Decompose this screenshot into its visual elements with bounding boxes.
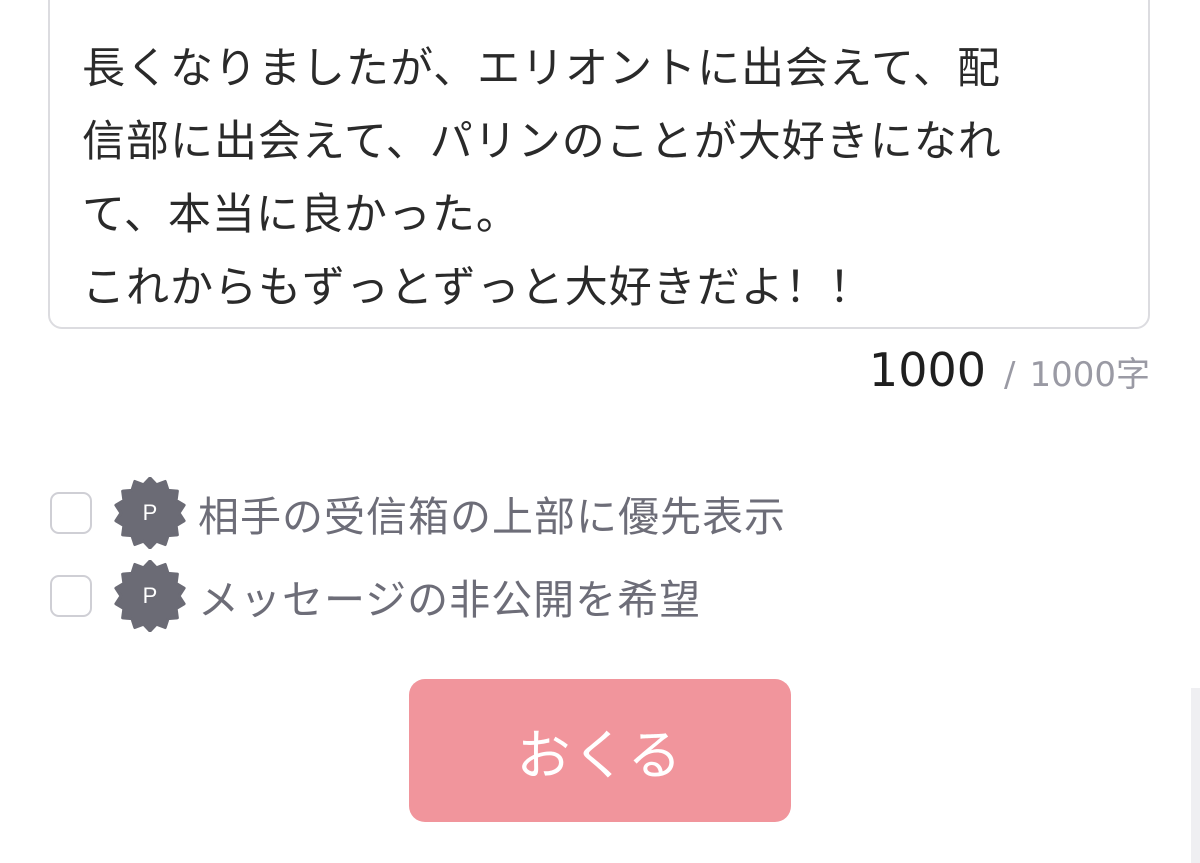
option-priority-display[interactable]: P 相手の受信箱の上部に優先表示 xyxy=(50,477,786,549)
message-line: これからもずっとずっと大好きだよ！！ xyxy=(82,263,873,313)
badge-letter: P xyxy=(142,583,158,608)
character-count: 1000 xyxy=(868,343,986,397)
message-line: て、本当に良かった。 xyxy=(82,190,520,240)
option-private-message[interactable]: P メッセージの非公開を希望 xyxy=(50,560,702,632)
character-limit: 1000字 xyxy=(1029,355,1150,395)
message-text: 長くなりましたが、エリオントに出会えて、配 信部に出会えて、パリンのことが大好き… xyxy=(82,33,1122,325)
message-line: 信部に出会えて、パリンのことが大好きになれ xyxy=(82,117,1002,167)
priority-display-label: 相手の受信箱の上部に優先表示 xyxy=(198,493,786,541)
priority-display-checkbox[interactable] xyxy=(50,492,92,534)
badge-letter: P xyxy=(142,500,158,525)
send-button[interactable]: おくる xyxy=(409,679,791,822)
point-badge-icon: P xyxy=(114,477,186,549)
scrollbar[interactable] xyxy=(1191,688,1200,863)
character-counter: 1000 / 1000字 xyxy=(869,343,1150,399)
message-line: 長くなりましたが、エリオントに出会えて、配 xyxy=(82,44,1001,94)
counter-separator: / xyxy=(1004,355,1016,395)
private-message-checkbox[interactable] xyxy=(50,575,92,617)
point-badge-icon: P xyxy=(114,560,186,632)
private-message-label: メッセージの非公開を希望 xyxy=(198,576,702,624)
